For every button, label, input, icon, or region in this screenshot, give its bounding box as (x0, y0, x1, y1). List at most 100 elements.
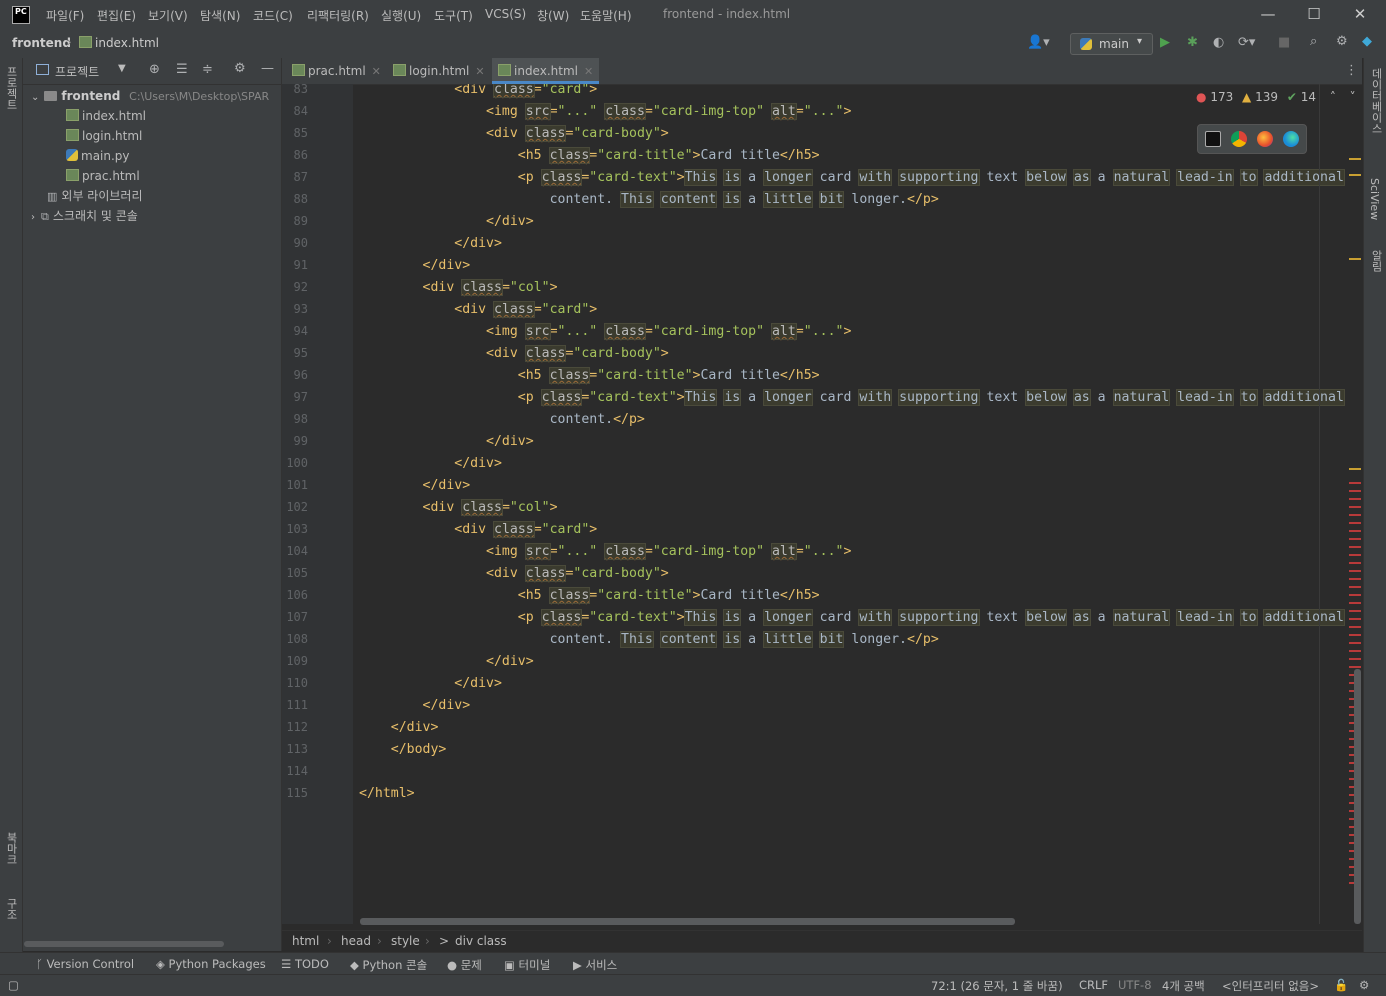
stripe-mark[interactable] (1349, 618, 1361, 620)
options-gear-icon[interactable]: ⚙ (234, 61, 246, 76)
tree-item-root[interactable]: ⌄ frontend C:\Users\M\Desktop\SPAR (23, 86, 289, 106)
tab-login-html[interactable]: login.html ✕ (387, 58, 491, 84)
settings-gear-icon[interactable]: ⚙ (1336, 34, 1348, 49)
menu-navigate[interactable]: 탐색(N) (200, 7, 240, 24)
code-line[interactable]: <img src="..." class="card-img-top" alt=… (359, 101, 851, 123)
inspector-icon[interactable]: ⚙ (1359, 978, 1369, 992)
indent-setting[interactable]: 4개 공백 (1162, 978, 1205, 994)
caret-position[interactable]: 72:1 (26 문자, 1 줄 바꿈) (931, 978, 1063, 994)
stripe-mark[interactable] (1349, 482, 1361, 484)
code-line[interactable]: </div> (359, 211, 534, 233)
close-icon[interactable]: ✕ (372, 65, 381, 78)
breadcrumb-html[interactable]: html (292, 934, 319, 948)
stripe-mark[interactable] (1349, 602, 1361, 604)
stripe-mark[interactable] (1349, 546, 1361, 548)
code-line[interactable]: </div> (359, 233, 502, 255)
stripe-mark[interactable] (1349, 258, 1361, 260)
stripe-mark[interactable] (1349, 514, 1361, 516)
stripe-mark[interactable] (1349, 158, 1361, 160)
close-button[interactable]: ✕ (1350, 4, 1370, 24)
code-line[interactable]: </body> (359, 739, 447, 761)
code-line[interactable]: <img src="..." class="card-img-top" alt=… (359, 321, 851, 343)
stripe-mark[interactable] (1349, 538, 1361, 540)
stripe-mark[interactable] (1349, 642, 1361, 644)
stripe-mark[interactable] (1349, 562, 1361, 564)
stripe-mark[interactable] (1349, 570, 1361, 572)
stripe-mark[interactable] (1349, 586, 1361, 588)
code-line[interactable]: content.</p> (359, 409, 645, 431)
code-line[interactable]: </div> (359, 695, 471, 717)
code-line[interactable]: <p class="card-text">This is a longer ca… (359, 607, 1345, 629)
code-line[interactable]: </div> (359, 453, 502, 475)
stripe-mark[interactable] (1349, 530, 1361, 532)
code-line[interactable]: <h5 class="card-title">Card title</h5> (359, 145, 820, 167)
menu-code[interactable]: 코드(C) (253, 7, 293, 24)
code-line[interactable]: </html> (359, 783, 415, 805)
code-line[interactable]: </div> (359, 717, 439, 739)
tool-python-packages[interactable]: ◈ Python Packages (156, 957, 266, 971)
run-configuration-select[interactable]: main ▾ (1070, 33, 1153, 55)
stripe-mark[interactable] (1349, 522, 1361, 524)
menu-run[interactable]: 실행(U) (381, 7, 421, 24)
breadcrumb-child[interactable]: > (439, 934, 449, 948)
tree-item-external-libraries[interactable]: ▥ 외부 라이브러리 (23, 186, 305, 206)
chevron-down-icon[interactable]: ▼ (118, 63, 126, 74)
tool-problems[interactable]: ● 문제 (447, 957, 482, 973)
toggle-tool-windows-icon[interactable]: ▢ (8, 978, 19, 992)
tab-database-tool[interactable]: 데이터베이스 (1368, 68, 1384, 134)
run-icon[interactable]: ▶ (1160, 35, 1170, 50)
stripe-mark[interactable] (1349, 174, 1361, 176)
stop-icon[interactable]: ■ (1278, 35, 1290, 50)
code-line[interactable]: <h5 class="card-title">Card title</h5> (359, 585, 820, 607)
horizontal-scrollbar[interactable] (360, 918, 1015, 925)
tool-terminal[interactable]: ▣ 터미널 (504, 957, 550, 973)
menu-refactor[interactable]: 리팩터링(R) (307, 7, 369, 24)
error-stripe[interactable] (1348, 84, 1362, 924)
breadcrumb-style[interactable]: style (391, 934, 420, 948)
vertical-scrollbar-thumb[interactable] (1354, 669, 1361, 924)
firefox-icon[interactable] (1257, 131, 1273, 147)
tab-index-html[interactable]: index.html ✕ (492, 58, 600, 84)
inspection-widget[interactable]: ● 173 ▲ 139 ✔ 14 ˄ ˅ (1196, 90, 1356, 108)
stripe-mark[interactable] (1349, 554, 1361, 556)
tab-project-tool[interactable]: 프로젝트 (3, 66, 19, 110)
stripe-mark[interactable] (1349, 658, 1361, 660)
interpreter-select[interactable]: <인터프리터 없음> (1222, 978, 1319, 994)
menu-window[interactable]: 창(W) (537, 7, 569, 24)
nav-file-crumb[interactable]: index.html (79, 36, 159, 50)
search-icon[interactable]: ⌕ (1310, 34, 1317, 49)
code-line[interactable]: <div class="card-body"> (359, 343, 669, 365)
code-editor[interactable]: <div class="card"> <img src="..." class=… (354, 84, 1350, 924)
code-line[interactable]: <div class="col"> (359, 277, 558, 299)
tab-bookmarks-tool[interactable]: 북마크 (3, 832, 19, 865)
code-line[interactable]: <img src="..." class="card-img-top" alt=… (359, 541, 851, 563)
user-icon[interactable]: 👤▾ (1027, 35, 1050, 50)
stripe-mark[interactable] (1349, 634, 1361, 636)
code-line[interactable]: </div> (359, 673, 502, 695)
stripe-mark[interactable] (1349, 578, 1361, 580)
nav-project-crumb[interactable]: frontend (12, 36, 71, 50)
tree-item-scratches[interactable]: › ⧉ 스크래치 및 콘솔 (23, 206, 289, 226)
minimize-button[interactable]: — (1258, 4, 1278, 24)
code-line[interactable]: content. This content is a little bit lo… (359, 629, 939, 651)
stripe-mark[interactable] (1349, 468, 1361, 470)
menu-help[interactable]: 도움말(H) (580, 7, 632, 24)
code-line[interactable]: </div> (359, 475, 471, 497)
tab-sciview-tool[interactable]: SciView (1368, 178, 1381, 220)
tree-item-main-py[interactable]: main.py (23, 146, 324, 166)
menu-view[interactable]: 보기(V) (148, 7, 188, 24)
stripe-mark[interactable] (1349, 650, 1361, 652)
stripe-mark[interactable] (1349, 490, 1361, 492)
stripe-mark[interactable] (1349, 610, 1361, 612)
chevron-up-icon[interactable]: ˄ (1330, 90, 1336, 104)
code-line[interactable]: <p class="card-text">This is a longer ca… (359, 167, 1345, 189)
debug-icon[interactable]: ✱ (1187, 35, 1198, 50)
coverage-icon[interactable]: ◐ (1213, 35, 1224, 50)
close-icon[interactable]: ✕ (475, 65, 484, 78)
code-line[interactable]: <div class="card-body"> (359, 563, 669, 585)
tool-services[interactable]: ▶ 서비스 (573, 957, 617, 973)
hide-panel-icon[interactable]: — (261, 61, 274, 76)
tab-prac-html[interactable]: prac.html ✕ (286, 58, 387, 84)
stripe-mark[interactable] (1349, 626, 1361, 628)
code-line[interactable]: content. This content is a little bit lo… (359, 189, 939, 211)
